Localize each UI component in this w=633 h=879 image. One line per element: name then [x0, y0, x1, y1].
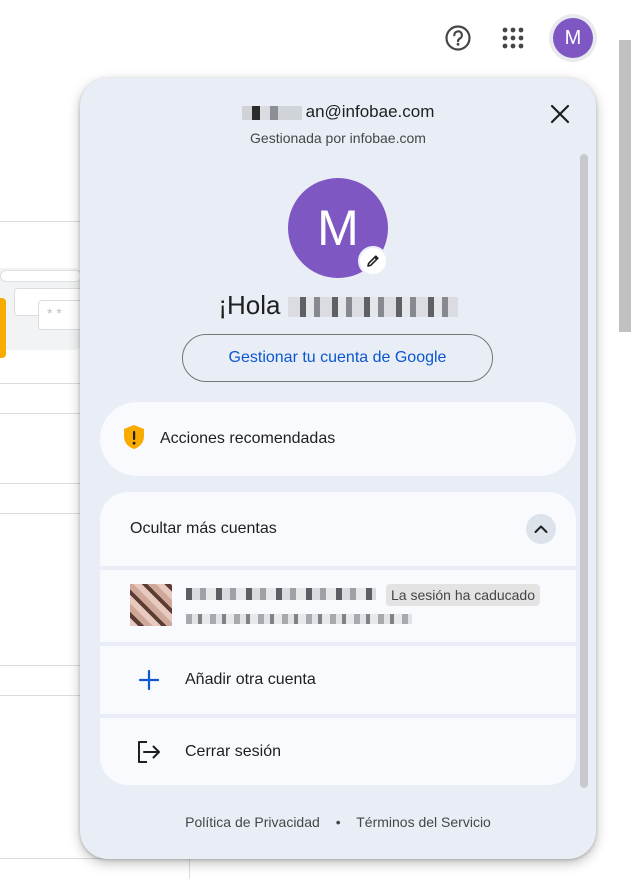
hide-accounts-toggle[interactable]: Ocultar más cuentas — [100, 492, 576, 566]
help-icon[interactable] — [442, 22, 474, 54]
account-list-item[interactable]: La sesión ha caducado — [100, 570, 576, 642]
session-expired-badge: La sesión ha caducado — [386, 584, 540, 606]
background-divider — [0, 221, 80, 222]
account-avatar-button[interactable]: M — [549, 14, 597, 62]
account-avatar — [130, 584, 172, 626]
background-footer — [0, 858, 190, 879]
add-account-label: Añadir otra cuenta — [185, 671, 316, 688]
privacy-policy-link[interactable]: Política de Privacidad — [185, 814, 320, 830]
accounts-list: Ocultar más cuentas La sesión ha caducad… — [100, 492, 576, 785]
terms-of-service-link[interactable]: Términos del Servicio — [356, 814, 491, 830]
panel-scrollbar[interactable] — [580, 154, 588, 788]
apps-grid-icon[interactable] — [497, 22, 529, 54]
avatar-initial: M — [553, 18, 593, 58]
account-email-redacted — [186, 614, 412, 624]
logout-icon — [134, 737, 164, 767]
background-divider — [0, 665, 80, 666]
page-scrollbar[interactable] — [617, 40, 633, 340]
background-divider — [0, 483, 80, 484]
recommended-actions-item[interactable]: Acciones recomendadas — [100, 402, 576, 476]
sign-out-button[interactable]: Cerrar sesión — [100, 718, 576, 785]
background-divider — [0, 513, 80, 514]
footer-separator: • — [335, 814, 341, 830]
greeting: ¡Hola — [80, 290, 596, 321]
manage-account-button[interactable]: Gestionar tu cuenta de Google — [182, 334, 493, 382]
email-redacted — [241, 105, 302, 120]
account-name-redacted — [186, 588, 376, 600]
background-divider — [0, 413, 80, 414]
background-shield-icon — [0, 298, 6, 358]
background-divider — [0, 695, 80, 696]
warning-shield-icon — [122, 424, 146, 455]
panel-footer: Política de Privacidad • Términos del Se… — [80, 814, 596, 830]
hide-accounts-label: Ocultar más cuentas — [130, 520, 277, 537]
managed-by-label: Gestionada por infobae.com — [250, 130, 426, 146]
background-page — [0, 0, 80, 879]
sign-out-label: Cerrar sesión — [185, 742, 282, 760]
name-redacted — [287, 297, 458, 318]
close-icon[interactable] — [544, 98, 576, 130]
account-panel: an@infobae.com Gestionada por infobae.co… — [80, 78, 596, 859]
pencil-icon[interactable] — [358, 246, 388, 276]
recommended-actions-label: Acciones recomendadas — [160, 430, 336, 447]
page-scrollbar-thumb[interactable] — [619, 40, 631, 332]
account-email: an@infobae.com — [80, 102, 596, 122]
background-illustration: * * — [0, 268, 88, 350]
background-divider — [0, 383, 80, 384]
plus-icon — [134, 665, 164, 695]
add-account-button[interactable]: Añadir otra cuenta — [100, 646, 576, 714]
chevron-up-icon[interactable] — [526, 514, 556, 544]
